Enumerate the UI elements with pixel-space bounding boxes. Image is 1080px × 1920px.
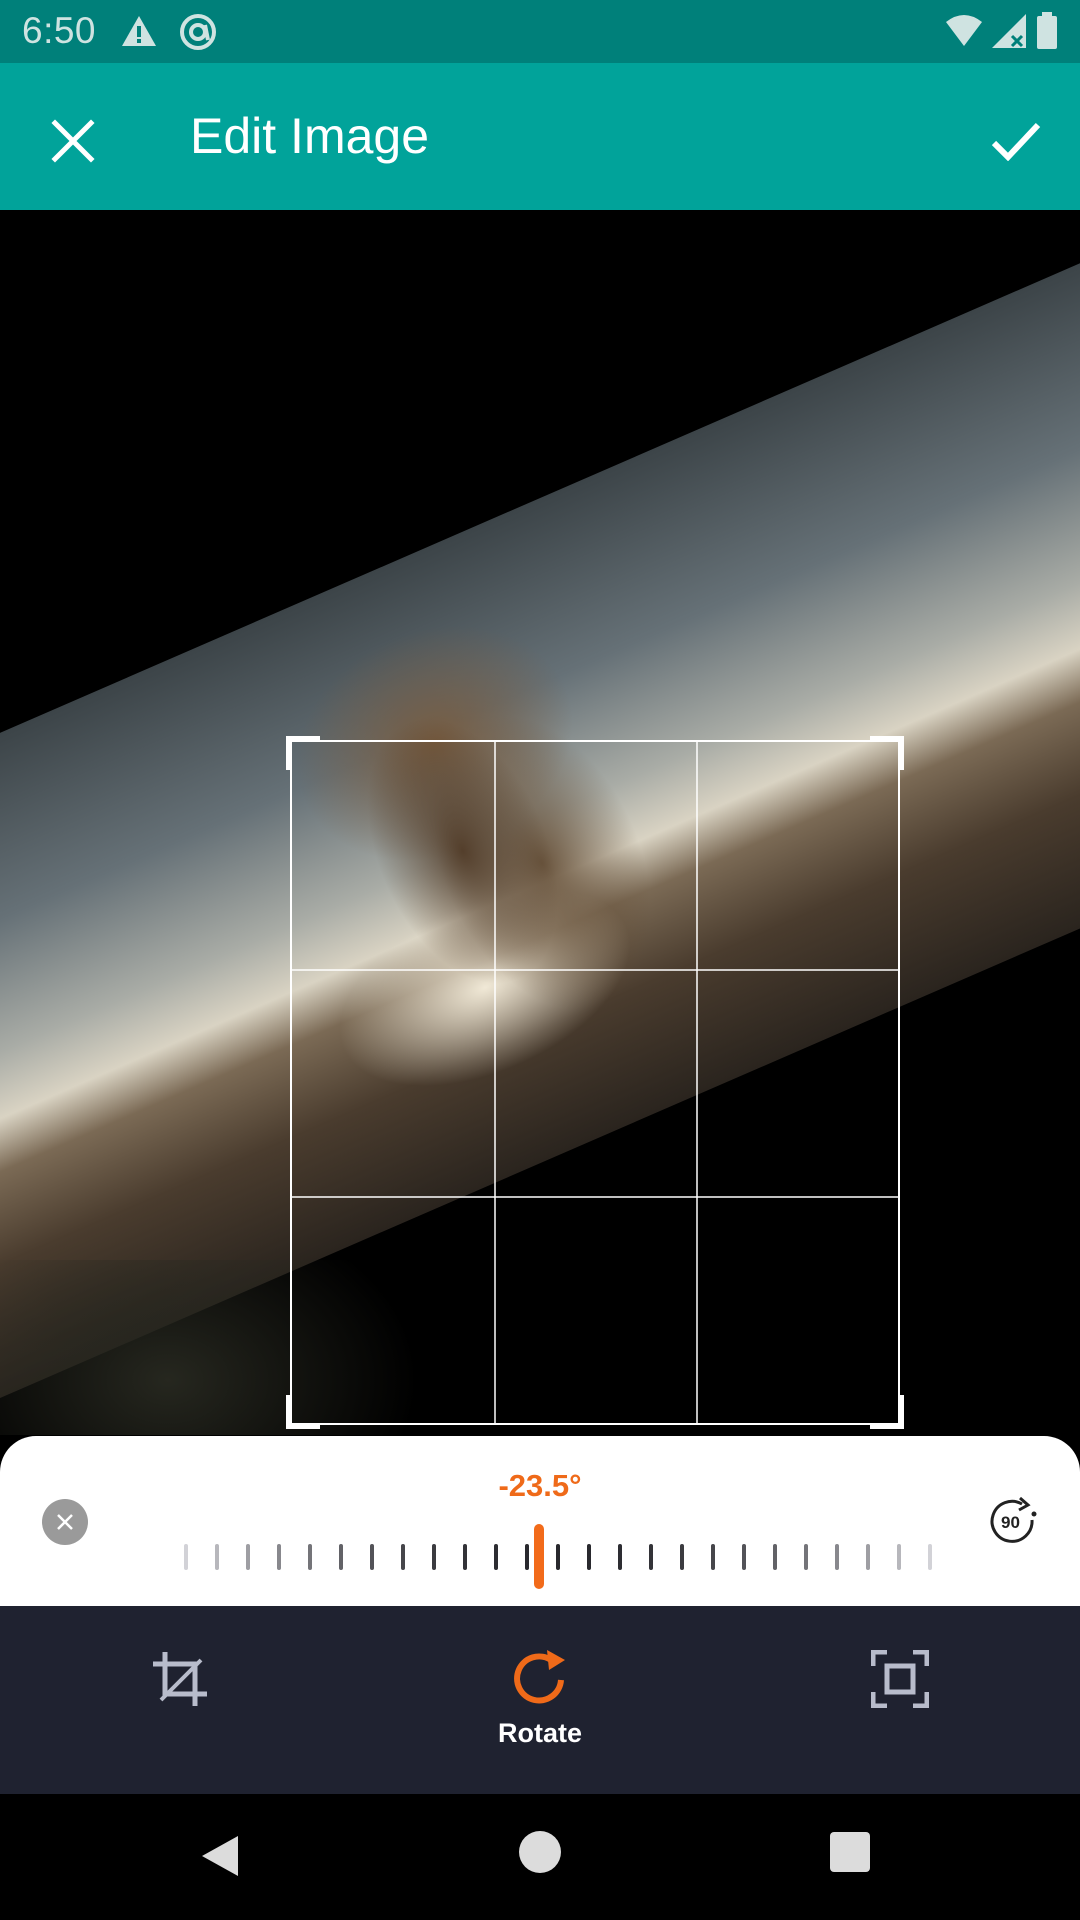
ruler-tick xyxy=(866,1544,870,1570)
rotation-indicator[interactable] xyxy=(534,1524,544,1589)
ruler-tick xyxy=(897,1544,901,1570)
check-icon xyxy=(991,122,1041,161)
app-toolbar: Edit Image xyxy=(0,63,1080,210)
crop-handle-bottom-left[interactable] xyxy=(286,1395,320,1429)
ruler-tick xyxy=(370,1544,374,1570)
status-bar: 6:50 xyxy=(0,0,1080,63)
crop-icon xyxy=(153,1652,207,1706)
recents-icon[interactable] xyxy=(830,1832,870,1872)
ruler-tick xyxy=(928,1544,932,1570)
status-time: 6:50 xyxy=(22,10,97,51)
crop-grid-line xyxy=(493,742,496,1423)
tool-label: Rotate xyxy=(497,1718,582,1748)
ruler-tick xyxy=(246,1544,250,1570)
ruler-tick xyxy=(401,1544,405,1570)
back-icon[interactable] xyxy=(200,1834,240,1878)
crop-grid-line xyxy=(695,742,698,1423)
ruler-tick xyxy=(525,1544,529,1570)
rotate-90-icon: 90 xyxy=(990,1496,1037,1543)
ruler-tick xyxy=(494,1544,498,1570)
ruler-tick xyxy=(184,1544,188,1570)
ruler-tick xyxy=(835,1544,839,1570)
ruler-tick xyxy=(649,1544,653,1570)
reset-x-icon xyxy=(57,1514,73,1530)
crop-grid-line xyxy=(292,968,898,971)
tool-bar: Rotate xyxy=(0,1606,1080,1794)
wifi-icon xyxy=(946,15,982,46)
system-nav-bar xyxy=(0,1794,1080,1920)
page-title: Edit Image xyxy=(190,108,430,164)
svg-text:90: 90 xyxy=(1001,1513,1020,1532)
ruler-tick xyxy=(711,1544,715,1570)
ruler-tick xyxy=(773,1544,777,1570)
ruler-tick xyxy=(587,1544,591,1570)
ruler-tick xyxy=(339,1544,343,1570)
rotation-ruler[interactable] xyxy=(176,1540,936,1580)
at-sign-icon xyxy=(180,14,216,50)
ruler-tick xyxy=(618,1544,622,1570)
ruler-tick xyxy=(742,1544,746,1570)
crop-grid-line xyxy=(292,1195,898,1198)
crop-handle-top-right[interactable] xyxy=(870,736,904,770)
home-icon[interactable] xyxy=(519,1831,561,1873)
tool-crop[interactable] xyxy=(80,1606,280,1794)
ruler-tick xyxy=(308,1544,312,1570)
ruler-tick xyxy=(804,1544,808,1570)
reset-rotation-button[interactable] xyxy=(42,1499,88,1545)
crop-frame[interactable] xyxy=(286,736,904,1429)
tool-rotate[interactable]: Rotate xyxy=(440,1606,640,1794)
ruler-tick xyxy=(680,1544,684,1570)
rotation-angle-value: -23.5° xyxy=(498,1468,582,1503)
fit-frame-icon xyxy=(871,1650,929,1708)
battery-icon xyxy=(1037,12,1057,49)
close-icon xyxy=(51,119,95,163)
image-canvas[interactable] xyxy=(0,210,1080,1435)
ruler-tick xyxy=(277,1544,281,1570)
ruler-tick xyxy=(432,1544,436,1570)
crop-handle-bottom-right[interactable] xyxy=(870,1395,904,1429)
rotate-90-button[interactable]: 90 xyxy=(988,1496,1040,1548)
close-button[interactable] xyxy=(33,101,113,181)
crop-handle-top-left[interactable] xyxy=(286,736,320,770)
signal-icon xyxy=(992,14,1026,48)
done-button[interactable] xyxy=(976,101,1056,181)
ruler-tick xyxy=(215,1544,219,1570)
warning-icon xyxy=(122,16,156,46)
rotate-icon xyxy=(514,1650,565,1704)
tool-fit[interactable] xyxy=(800,1606,1000,1794)
ruler-tick xyxy=(463,1544,467,1570)
ruler-tick xyxy=(556,1544,560,1570)
